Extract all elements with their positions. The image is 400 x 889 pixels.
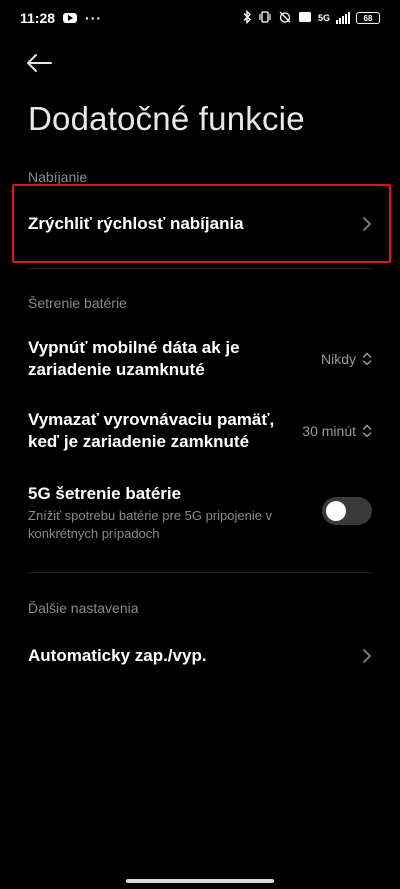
alarm-off-icon — [278, 10, 292, 26]
mobile-data-selector[interactable]: Nikdy — [321, 351, 372, 367]
chevron-right-icon — [363, 649, 371, 663]
status-right: 5G 68 — [242, 9, 380, 26]
fiveg-sub-line2: konkrétnych prípadoch — [28, 526, 160, 541]
auto-onoff-row[interactable]: Automaticky zap./vyp. — [28, 644, 372, 668]
divider — [28, 572, 372, 573]
section-header-other: Ďalšie nastavenia — [28, 600, 139, 616]
updown-arrows-icon — [362, 352, 372, 366]
vibrate-icon — [258, 10, 272, 26]
home-indicator[interactable] — [126, 879, 274, 883]
fiveg-label: 5G šetrenie batérie — [28, 484, 182, 503]
cache-label-line2: keď je zariadenie zamknuté — [28, 432, 250, 451]
cache-label-line1: Vymazať vyrovnávaciu pamäť, — [28, 410, 275, 429]
back-arrow-icon — [27, 54, 52, 72]
auto-onoff-label: Automaticky zap./vyp. — [28, 646, 207, 665]
signal-icon — [336, 12, 350, 24]
divider — [28, 268, 372, 269]
network-type: 5G — [317, 13, 330, 23]
mobile-data-row[interactable]: Vypnúť mobilné dáta ak je zariadenie uza… — [28, 336, 372, 382]
updown-arrows-icon — [362, 424, 372, 438]
page-title: Dodatočné funkcie — [28, 100, 305, 137]
mobile-data-text: Vypnúť mobilné dáta ak je zariadenie uza… — [28, 337, 240, 381]
cache-value: 30 minút — [302, 423, 356, 439]
fiveg-saving-row[interactable]: 5G šetrenie batérie Znížiť spotrebu baté… — [28, 483, 372, 543]
cache-row[interactable]: Vymazať vyrovnávaciu pamäť, keď je zaria… — [28, 408, 372, 454]
mobile-data-value: Nikdy — [320, 351, 356, 367]
toggle-knob — [326, 501, 346, 521]
status-time: 11:28 — [20, 10, 56, 26]
mobile-data-label-line1: Vypnúť mobilné dáta ak je — [28, 338, 240, 357]
status-bar: 11:28 ··· 5G 68 — [0, 0, 400, 36]
back-button[interactable] — [26, 50, 56, 76]
fiveg-sub-line1: Znížiť spotrebu batérie pre 5G pripojeni… — [28, 508, 273, 523]
section-header-battery-saving: Šetrenie batérie — [28, 295, 127, 311]
fast-charge-row[interactable]: Zrýchliť rýchlosť nabíjania — [28, 212, 372, 236]
youtube-icon — [63, 13, 78, 23]
battery-level: 68 — [363, 13, 373, 23]
status-left: 11:28 ··· — [20, 10, 102, 26]
battery-icon: 68 — [356, 12, 380, 24]
screen: 11:28 ··· 5G 68 Dodatočné funkcie Nabíja… — [0, 0, 400, 889]
cache-selector[interactable]: 30 minút — [302, 423, 372, 439]
mobile-data-label-line2: zariadenie uzamknuté — [28, 360, 205, 379]
volte-icon — [298, 11, 312, 25]
cache-text: Vymazať vyrovnávaciu pamäť, keď je zaria… — [28, 409, 274, 453]
fiveg-toggle[interactable] — [322, 497, 372, 525]
bluetooth-icon — [242, 9, 252, 26]
fiveg-text: 5G šetrenie batérie Znížiť spotrebu baté… — [28, 483, 272, 543]
chevron-right-icon — [363, 217, 371, 231]
more-notifications-icon: ··· — [85, 10, 103, 26]
fast-charge-label: Zrýchliť rýchlosť nabíjania — [28, 214, 244, 233]
section-header-charging: Nabíjanie — [28, 169, 88, 185]
